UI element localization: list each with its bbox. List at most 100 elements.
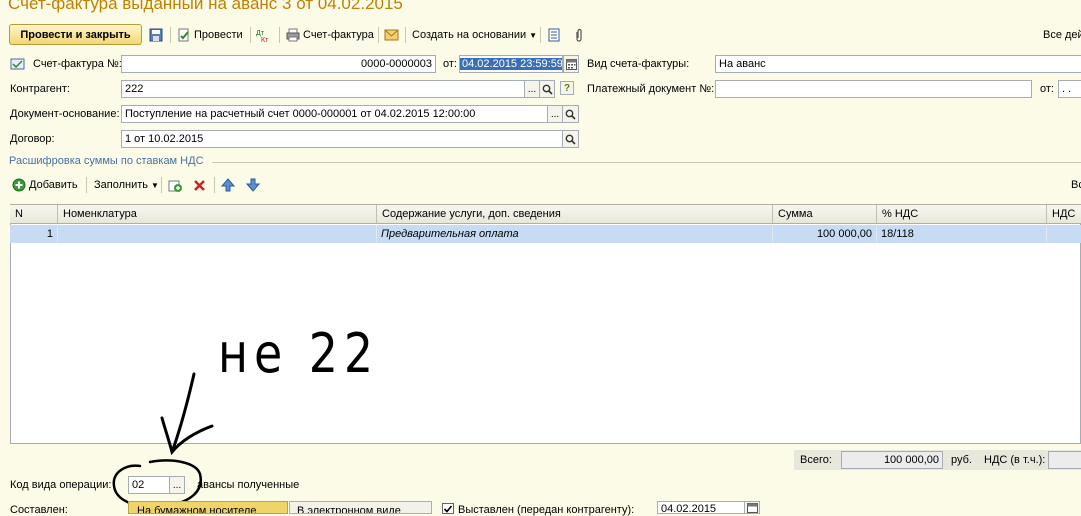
column-header-vat[interactable]: НДС: [1047, 205, 1081, 223]
add-row-label: Добавить: [29, 179, 78, 191]
chevron-down-icon: ▼: [529, 30, 538, 40]
operation-code-description: авансы полученные: [197, 479, 300, 491]
column-header-vat-rate[interactable]: % НДС: [877, 205, 1047, 223]
column-header-content[interactable]: Содержание услуги, доп. сведения: [377, 205, 773, 223]
compiled-label: Составлен:: [10, 504, 68, 516]
print-invoice-button[interactable]: Счет-фактура: [286, 26, 374, 44]
move-down-button[interactable]: [246, 176, 260, 194]
column-header-sum[interactable]: Сумма: [773, 205, 877, 223]
base-document-select-button[interactable]: ...: [547, 105, 563, 123]
base-document-search-button[interactable]: [562, 105, 579, 123]
copy-row-button[interactable]: [168, 176, 183, 194]
debit-credit-button[interactable]: Дт Кт: [256, 26, 272, 44]
all-actions-menu[interactable]: Все дей: [1043, 26, 1081, 44]
envelope-icon: [384, 29, 399, 41]
email-button[interactable]: [384, 26, 399, 44]
invoice-number-field[interactable]: 0000-0000003: [121, 55, 436, 73]
counterparty-search-button[interactable]: [539, 80, 555, 98]
checkmark-icon: [443, 505, 453, 513]
vat-total-label: НДС (в т.ч.):: [984, 454, 1046, 466]
contract-search-button[interactable]: [562, 130, 579, 148]
invoice-icon: [10, 58, 25, 70]
vat-total-field: [1048, 451, 1081, 469]
operation-code-label: Код вида операции:: [10, 479, 112, 491]
payment-document-label: Платежный документ №:: [587, 83, 715, 95]
calendar-button[interactable]: [563, 55, 579, 73]
base-document-label: Документ-основание:: [10, 108, 120, 120]
delete-row-button[interactable]: [193, 176, 206, 194]
svg-text:Дт: Дт: [256, 30, 265, 37]
contract-field[interactable]: 1 от 10.02.2015: [121, 130, 563, 148]
payment-from-label: от:: [1040, 83, 1054, 95]
cell-content[interactable]: Предварительная оплата: [377, 225, 773, 243]
payment-document-field[interactable]: [715, 80, 1032, 98]
delete-x-icon: [194, 179, 205, 191]
copy-row-icon: [168, 180, 182, 192]
date-value: 04.02.2015 23:59:59: [460, 58, 563, 70]
total-label: Всего:: [800, 454, 832, 466]
currency-label: руб.: [951, 454, 972, 466]
calendar-icon: [565, 58, 577, 70]
post-document-icon: [178, 28, 189, 42]
document-icon: [548, 28, 560, 42]
print-invoice-label: Счет-фактура: [303, 29, 374, 41]
counterparty-label: Контрагент:: [10, 83, 70, 95]
column-header-n[interactable]: N: [10, 205, 58, 223]
payment-date-field[interactable]: . .: [1058, 80, 1081, 98]
date-field[interactable]: 04.02.2015 23:59:59: [459, 55, 563, 73]
operation-code-field[interactable]: 02: [128, 476, 170, 494]
search-icon: [565, 109, 576, 120]
invoice-kind-label: Вид счета-фактуры:: [587, 58, 690, 70]
section-divider: [212, 162, 1081, 163]
create-based-on-label: Создать на основании: [412, 29, 527, 41]
document-structure-button[interactable]: [548, 26, 560, 44]
fill-menu[interactable]: Заполнить ▼: [94, 176, 159, 194]
create-based-on-menu[interactable]: Создать на основании ▼: [412, 26, 537, 44]
counterparty-select-button[interactable]: ...: [524, 80, 540, 98]
help-button[interactable]: ?: [560, 81, 574, 95]
arrow-up-icon: [221, 178, 235, 192]
invoice-number-label: Счет-фактура №:: [33, 58, 122, 70]
all-actions-table-menu[interactable]: Вс: [1071, 176, 1081, 194]
post-and-close-button[interactable]: Провести и закрыть: [9, 24, 142, 45]
cell-sum[interactable]: 100 000,00: [773, 225, 877, 243]
operation-code-select-button[interactable]: ...: [169, 476, 185, 494]
save-button[interactable]: [149, 26, 163, 44]
save-icon: [149, 28, 163, 42]
vat-section-title: Расшифровка суммы по ставкам НДС: [9, 155, 204, 167]
plus-circle-icon: [12, 178, 26, 192]
svg-text:Кт: Кт: [261, 37, 269, 42]
arrow-down-icon: [246, 178, 260, 192]
total-field: 100 000,00: [841, 451, 943, 469]
cell-n[interactable]: 1: [10, 225, 58, 243]
column-header-nomenclature[interactable]: Номенклатура: [58, 205, 377, 223]
cell-vat-rate[interactable]: 18/118: [877, 225, 1047, 243]
attachment-button[interactable]: [574, 26, 584, 44]
window-title: Счет-фактура выданный на аванс 3 от 04.0…: [8, 0, 403, 13]
cell-nomenclature[interactable]: [58, 225, 377, 243]
contract-label: Договор:: [10, 133, 55, 145]
calendar-icon: [746, 502, 758, 513]
move-up-button[interactable]: [221, 176, 235, 194]
post-button[interactable]: Провести: [177, 26, 243, 44]
search-icon: [565, 134, 576, 145]
issued-checkbox[interactable]: [442, 503, 454, 514]
from-label: от:: [443, 58, 457, 70]
fill-menu-label: Заполнить: [94, 179, 149, 191]
table-header: N Номенклатура Содержание услуги, доп. с…: [10, 204, 1081, 224]
post-button-label: Провести: [194, 29, 243, 41]
debit-credit-icon: ДтКт: [256, 30, 269, 42]
invoice-kind-field[interactable]: На аванс: [715, 55, 1081, 73]
issued-label: Выставлен (передан контрагенту):: [458, 504, 635, 516]
issued-calendar-button[interactable]: [744, 501, 760, 514]
table-row[interactable]: 1 Предварительная оплата 100 000,00 18/1…: [10, 225, 1081, 243]
add-row-button[interactable]: Добавить: [12, 176, 78, 194]
paperclip-icon: [576, 28, 582, 42]
cell-vat[interactable]: [1047, 225, 1081, 243]
issued-date-field[interactable]: 04.02.2015: [657, 501, 745, 514]
printer-icon: [286, 28, 300, 42]
tab-paper[interactable]: На бумажном носителе: [128, 501, 288, 514]
base-document-field[interactable]: Поступление на расчетный счет 0000-00000…: [121, 105, 548, 123]
counterparty-field[interactable]: 222: [121, 80, 525, 98]
tab-electronic[interactable]: В электронном виде: [289, 501, 432, 514]
